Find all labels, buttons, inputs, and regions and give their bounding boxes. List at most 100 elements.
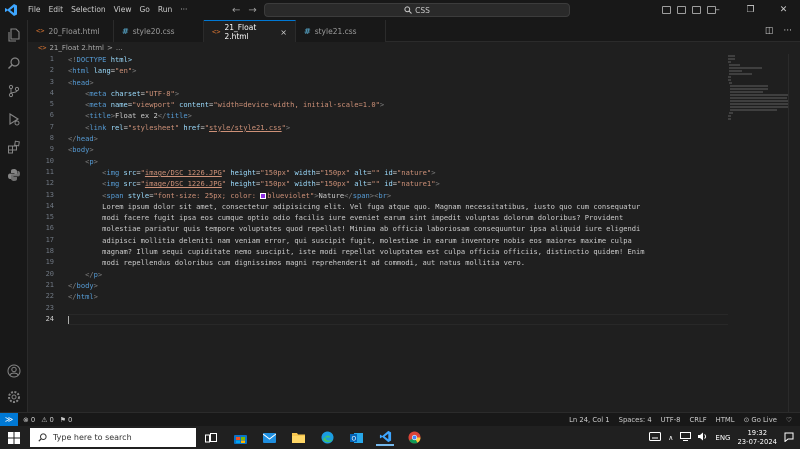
code-line[interactable]: </p> bbox=[68, 269, 728, 280]
vertical-scrollbar[interactable] bbox=[788, 54, 800, 412]
code-line[interactable]: <!DOCTYPE html> bbox=[68, 54, 728, 65]
code-line[interactable] bbox=[68, 303, 728, 314]
clock[interactable]: 19:32 23-07-2024 bbox=[737, 429, 777, 447]
toggle-secondary-sidebar-icon[interactable] bbox=[692, 6, 701, 14]
forward-arrow-icon[interactable]: → bbox=[248, 5, 256, 16]
minimize-button[interactable]: – bbox=[701, 0, 734, 20]
line-number: 13 bbox=[45, 190, 54, 199]
problems-warnings[interactable]: ⚠ 0 bbox=[41, 416, 54, 424]
code-line[interactable]: modi facere fugit ipsa eos cumque optio … bbox=[68, 212, 728, 223]
code-line[interactable]: <html lang="en"> bbox=[68, 65, 728, 76]
remote-indicator-icon[interactable]: ≫ bbox=[0, 412, 18, 427]
code-line[interactable]: <title>Float ex 2</title> bbox=[68, 110, 728, 121]
menu-selection[interactable]: Selection bbox=[67, 0, 110, 20]
code-line[interactable]: modi repellendus doloribus cum dignissim… bbox=[68, 257, 728, 268]
code-line[interactable]: <img src="image/DSC_1226.JPG" height="15… bbox=[68, 167, 728, 178]
microsoft-store-icon[interactable] bbox=[231, 429, 249, 446]
minimap[interactable] bbox=[728, 54, 788, 120]
line-number: 24 bbox=[45, 314, 54, 323]
tab-21-float-2-html[interactable]: <> 21_Float 2.html × bbox=[204, 20, 296, 43]
run-debug-icon[interactable] bbox=[0, 106, 28, 132]
code-line[interactable]: magnam? Illum sequi cupiditate nemo susc… bbox=[68, 246, 728, 257]
more-actions-icon[interactable]: ··· bbox=[783, 26, 792, 36]
end-of-line[interactable]: CRLF bbox=[689, 416, 706, 424]
color-swatch-icon[interactable] bbox=[260, 192, 267, 199]
tab-style20-css[interactable]: # style20.css bbox=[114, 20, 204, 42]
menu-view[interactable]: View bbox=[110, 0, 136, 20]
encoding[interactable]: UTF-8 bbox=[661, 416, 681, 424]
breadcrumb-file[interactable]: 21_Float 2.html bbox=[49, 44, 104, 52]
code-line[interactable]: adipisci mollitia deleniti nam veniam er… bbox=[68, 235, 728, 246]
code-line[interactable]: <p> bbox=[68, 156, 728, 167]
code-area[interactable]: <!DOCTYPE html> <html lang="en"> <head> <m… bbox=[68, 54, 728, 326]
menu-go[interactable]: Go bbox=[135, 0, 153, 20]
menu-more[interactable]: ··· bbox=[176, 0, 191, 20]
breadcrumb-more[interactable]: ... bbox=[116, 44, 123, 52]
code-line[interactable]: Lorem ipsum dolor sit amet, consectetur … bbox=[68, 201, 728, 212]
notification-center-icon[interactable] bbox=[784, 432, 794, 444]
keyboard-icon[interactable] bbox=[649, 432, 662, 443]
file-explorer-icon[interactable] bbox=[289, 429, 307, 446]
html-file-icon: <> bbox=[36, 27, 45, 35]
menu-run[interactable]: Run bbox=[154, 0, 176, 20]
close-window-button[interactable]: ✕ bbox=[767, 0, 800, 20]
explorer-icon[interactable] bbox=[0, 22, 28, 48]
minimap-line bbox=[730, 88, 768, 90]
code-line[interactable]: </html> bbox=[68, 291, 728, 302]
problems-errors[interactable]: ⊗ 0 bbox=[23, 416, 35, 424]
go-live-button[interactable]: ⊙ Go Live bbox=[744, 416, 777, 424]
indentation[interactable]: Spaces: 4 bbox=[619, 416, 652, 424]
line-number: 11 bbox=[45, 167, 54, 176]
code-line[interactable]: <img src="image/DSC_1226.JPG" height="15… bbox=[68, 178, 728, 189]
tab-20-float-html[interactable]: <> 20_Float.html bbox=[28, 20, 114, 42]
code-line[interactable]: molestiae pariatur quis tempore voluptat… bbox=[68, 223, 728, 234]
css-file-icon: # bbox=[304, 26, 311, 36]
tab-style21-css[interactable]: # style21.css bbox=[296, 20, 386, 42]
svg-text:O: O bbox=[351, 435, 356, 442]
settings-gear-icon[interactable] bbox=[0, 384, 28, 410]
code-line[interactable]: <meta name="viewport" content="width=dev… bbox=[68, 99, 728, 110]
toggle-primary-sidebar-icon[interactable] bbox=[662, 6, 671, 14]
windows-start-icon[interactable] bbox=[0, 426, 28, 449]
command-center-search[interactable]: CSS bbox=[264, 3, 570, 17]
network-icon[interactable] bbox=[680, 432, 692, 443]
extensions-icon[interactable] bbox=[0, 134, 28, 160]
chrome-icon[interactable] bbox=[405, 429, 423, 446]
clock-time: 19:32 bbox=[747, 428, 768, 437]
menu-file[interactable]: File bbox=[24, 0, 45, 20]
code-line[interactable]: <link rel="stylesheet" href="style/style… bbox=[68, 122, 728, 133]
code-editor[interactable]: 1 2 3 4 5 6 7 8 9 10 11 12 13 14 15 16 17 18 19 20 21 22 23 24 … bbox=[28, 54, 800, 412]
code-line[interactable]: </body> bbox=[68, 280, 728, 291]
toggle-panel-icon[interactable] bbox=[677, 6, 686, 14]
mail-icon[interactable] bbox=[260, 429, 278, 446]
notifications-icon[interactable]: ♡ bbox=[786, 416, 792, 424]
minimap-line bbox=[728, 115, 731, 117]
input-language[interactable]: ENG bbox=[715, 434, 730, 442]
edge-browser-icon[interactable] bbox=[318, 429, 336, 446]
outlook-icon[interactable]: O bbox=[347, 429, 365, 446]
code-line[interactable]: <span style="font-size: 25px; color: blu… bbox=[68, 190, 728, 201]
ports-count[interactable]: ⚑ 0 bbox=[60, 416, 73, 424]
vscode-taskbar-icon[interactable] bbox=[376, 429, 394, 446]
search-icon[interactable] bbox=[0, 50, 28, 76]
account-icon[interactable] bbox=[0, 358, 28, 384]
cursor-position[interactable]: Ln 24, Col 1 bbox=[569, 416, 610, 424]
python-icon[interactable] bbox=[0, 162, 28, 188]
taskbar-search-box[interactable]: Type here to search bbox=[30, 428, 196, 447]
code-line[interactable]: </head> bbox=[68, 133, 728, 144]
code-line[interactable]: <meta charset="UTF-8"> bbox=[68, 88, 728, 99]
split-editor-icon[interactable]: ◫ bbox=[765, 26, 774, 36]
menu-edit[interactable]: Edit bbox=[45, 0, 68, 20]
restore-button[interactable]: ❐ bbox=[734, 0, 767, 20]
code-line[interactable]: <head> bbox=[68, 77, 728, 88]
volume-icon[interactable] bbox=[698, 432, 708, 443]
source-control-icon[interactable] bbox=[0, 78, 28, 104]
back-arrow-icon[interactable]: ← bbox=[232, 5, 240, 16]
code-line[interactable] bbox=[68, 313, 728, 326]
task-view-icon[interactable] bbox=[202, 429, 220, 446]
code-line[interactable]: <body> bbox=[68, 144, 728, 155]
close-tab-icon[interactable]: × bbox=[280, 28, 287, 37]
show-hidden-icons-icon[interactable]: ∧ bbox=[668, 434, 673, 442]
navigation-arrows: ← → bbox=[232, 0, 257, 20]
language-mode[interactable]: HTML bbox=[716, 416, 735, 424]
